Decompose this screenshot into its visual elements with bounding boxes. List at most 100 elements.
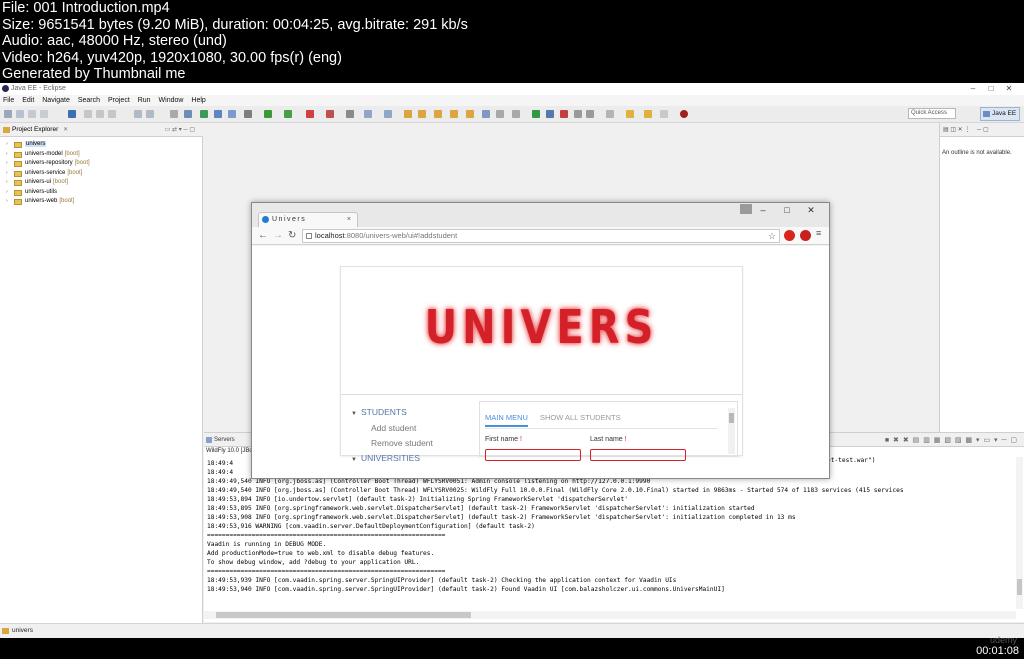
new-package-icon[interactable] [384,110,392,118]
console-horizontal-scrollbar[interactable] [204,611,1016,619]
menu-project[interactable]: Project [108,97,130,104]
step-over-icon[interactable] [146,110,154,118]
console-view-icon[interactable] [170,110,178,118]
tab-main-menu[interactable]: MAIN MENU [485,413,528,427]
expand-icon[interactable]: › [6,169,8,179]
maximize-button[interactable]: □ [982,83,1000,95]
menu-navigate[interactable]: Navigate [42,97,70,104]
link-icon[interactable] [586,110,594,118]
scroll-thumb[interactable] [729,413,734,423]
address-bar[interactable]: localhost:8080/univers-web/ui#!addstuden… [302,229,780,243]
tree-item-univers[interactable]: › univers [0,140,203,150]
save-icon[interactable] [16,110,24,118]
search-icon[interactable] [434,110,442,118]
close-button[interactable]: ✕ [1000,83,1018,95]
tree-item-univers-service[interactable]: › univers-service [boot] [0,169,203,179]
tree-item-univers-web[interactable]: › univers-web [boot] [0,197,203,207]
menu-search[interactable]: Search [78,97,100,104]
nav-group-students[interactable]: ▼ STUDENTS [351,405,471,421]
bookmark-icon[interactable] [466,110,474,118]
toggle-icon[interactable] [512,110,520,118]
console-output[interactable]: 18:49:4 18:49:4 18:49:49,540 INFO [org.j… [207,459,1017,594]
editor-icon[interactable] [214,110,222,118]
expand-icon[interactable]: › [6,188,8,198]
nav-remove-student[interactable]: Remove student [351,436,471,451]
page-info-icon[interactable] [306,233,312,239]
suspend-icon[interactable] [96,110,104,118]
run-icon[interactable] [264,110,272,118]
server-start-icon[interactable] [200,110,208,118]
browser-tab-univers[interactable]: Univers × [258,212,358,227]
jrebel-icon[interactable] [680,110,688,118]
pin-icon[interactable] [574,110,582,118]
nav-group-universities[interactable]: ▼ UNIVERSITIES [351,451,471,467]
menu-edit[interactable]: Edit [22,97,34,104]
tree-item-univers-repository[interactable]: › univers-repository [boot] [0,159,203,169]
tree-item-univers-ui[interactable]: › univers-ui [boot] [0,178,203,188]
record-icon[interactable] [560,110,568,118]
quick-access-input[interactable]: Quick Access [908,108,956,119]
browser-maximize-button[interactable]: □ [775,205,799,215]
project-explorer-tab[interactable]: Project Explorer ✕ ▭ ⇄ ▾ ─ ▢ [0,123,203,137]
browser-minimize-button[interactable]: – [751,205,775,215]
servers-tab[interactable]: Servers [214,437,235,443]
step-into-icon[interactable] [134,110,142,118]
external-tools-icon[interactable] [326,110,334,118]
next-annotation-icon[interactable] [606,110,614,118]
outline-tabs[interactable]: ▤ ◫ ✕ ⋮ ─ ▢ [940,123,1024,137]
content-scrollbar[interactable] [728,408,735,454]
play-icon[interactable] [532,110,540,118]
new-class-icon[interactable] [364,110,372,118]
tree-item-univers-utils[interactable]: › univers-utils [0,188,203,198]
extension-opera-icon[interactable] [784,230,795,241]
resume-icon[interactable] [84,110,92,118]
drop-frame-icon[interactable] [184,110,192,118]
close-tab-icon[interactable]: × [347,213,351,227]
print-icon[interactable] [40,110,48,118]
menu-window[interactable]: Window [159,97,184,104]
forward-icon[interactable] [660,110,668,118]
extension-adblock-icon[interactable] [800,230,811,241]
open-task-icon[interactable] [418,110,426,118]
profile-icon[interactable] [546,110,554,118]
scroll-thumb[interactable] [1017,579,1022,595]
new-server-icon[interactable] [346,110,354,118]
minimize-button[interactable]: – [964,83,982,95]
perspective-icon[interactable] [228,110,236,118]
console-vertical-scrollbar[interactable] [1016,457,1023,609]
debug-icon[interactable] [284,110,292,118]
bookmark-star-icon[interactable]: ☆ [768,230,776,242]
terminate-icon[interactable] [108,110,116,118]
expand-icon[interactable]: › [6,178,8,188]
tree-item-univers-model[interactable]: › univers-model [boot] [0,150,203,160]
expand-icon[interactable]: › [6,197,8,207]
expand-icon[interactable]: › [6,159,8,169]
last-edit-icon[interactable] [626,110,634,118]
scroll-thumb[interactable] [216,612,471,618]
open-type-icon[interactable] [404,110,412,118]
forward-arrow-icon[interactable]: → [273,229,283,243]
expand-icon[interactable]: › [6,150,8,160]
nav-add-student[interactable]: Add student [351,421,471,436]
console-toolbar[interactable]: ■ ✖ ✖ ▤ ▥ ▦ ▧ ▨ ▩ ▾ ▭ ▾ ─ ▢ [885,436,1018,444]
menu-file[interactable]: File [3,97,14,104]
tab-show-all-students[interactable]: SHOW ALL STUDENTS [540,413,621,425]
first-name-input[interactable] [485,449,581,461]
close-icon[interactable]: ✕ [63,127,68,133]
skip-breakpoints-icon[interactable] [68,110,76,118]
back-icon[interactable] [644,110,652,118]
browser-close-button[interactable]: ✕ [799,205,823,216]
expand-icon[interactable]: › [6,140,8,150]
reload-icon[interactable]: ↻ [288,229,296,243]
menu-help[interactable]: Help [191,97,205,104]
browser-menu-icon[interactable]: ≡ [816,228,821,238]
back-arrow-icon[interactable]: ← [258,229,268,243]
java-ee-perspective-button[interactable]: Java EE [980,107,1020,121]
save-all-icon[interactable] [28,110,36,118]
new-icon[interactable] [4,110,12,118]
globe-icon[interactable] [482,110,490,118]
menu-run[interactable]: Run [138,97,151,104]
last-name-input[interactable] [590,449,686,461]
layout-icon[interactable] [496,110,504,118]
stop-icon[interactable] [306,110,314,118]
